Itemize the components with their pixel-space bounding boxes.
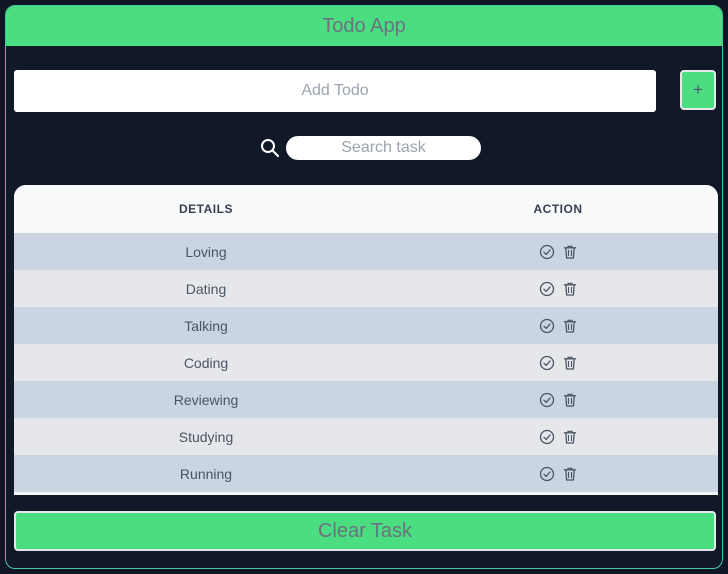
task-actions (398, 244, 718, 260)
check-circle-icon[interactable] (539, 429, 555, 445)
trash-icon[interactable] (562, 318, 578, 334)
column-header-action: ACTION (533, 202, 583, 216)
task-details: Running (179, 465, 233, 482)
task-details: Talking (184, 317, 228, 334)
app-title: Todo App (322, 14, 406, 37)
task-actions (398, 355, 718, 371)
app-title-bar: Todo App (6, 6, 722, 46)
trash-icon[interactable] (562, 429, 578, 445)
check-circle-icon[interactable] (539, 244, 555, 260)
task-actions (398, 318, 718, 334)
table-row: Running (14, 455, 718, 492)
task-details: Reviewing (173, 391, 239, 408)
table-row: Talking (14, 307, 718, 344)
clear-task-label: Clear Task (317, 519, 413, 542)
clear-task-button[interactable]: Clear Task (14, 511, 716, 551)
add-todo-input[interactable] (14, 70, 656, 112)
trash-icon[interactable] (562, 392, 578, 408)
task-details: Studying (178, 428, 234, 445)
task-details: Loving (185, 243, 227, 260)
todo-app-window: Todo App + DETAILS ACTION Loving Dating Ta… (5, 5, 723, 569)
search-input[interactable] (286, 136, 481, 160)
check-circle-icon[interactable] (539, 392, 555, 408)
check-circle-icon[interactable] (539, 466, 555, 482)
table-row: Coding (14, 344, 718, 381)
table-row: Dating (14, 270, 718, 307)
column-header-details: DETAILS (179, 202, 233, 216)
table-row: Loving (14, 233, 718, 270)
table-row: Reviewing (14, 381, 718, 418)
check-circle-icon[interactable] (539, 355, 555, 371)
table-body: Loving Dating Talking Coding Reviewing Studyi… (14, 233, 718, 492)
task-actions (398, 429, 718, 445)
task-details: Coding (183, 354, 229, 371)
task-actions (398, 466, 718, 482)
task-actions (398, 392, 718, 408)
check-circle-icon[interactable] (539, 318, 555, 334)
task-actions (398, 281, 718, 297)
table-header: DETAILS ACTION (14, 185, 718, 233)
search-row (260, 136, 490, 160)
trash-icon[interactable] (562, 281, 578, 297)
search-icon[interactable] (260, 138, 280, 158)
add-todo-button[interactable]: + (680, 70, 716, 110)
check-circle-icon[interactable] (539, 281, 555, 297)
add-button-label: + (693, 80, 703, 99)
add-todo-row: + (14, 70, 716, 112)
trash-icon[interactable] (562, 355, 578, 371)
table-row: Studying (14, 418, 718, 455)
trash-icon[interactable] (562, 244, 578, 260)
trash-icon[interactable] (562, 466, 578, 482)
task-table: DETAILS ACTION Loving Dating Talking Coding… (14, 185, 718, 495)
task-details: Dating (185, 280, 227, 297)
